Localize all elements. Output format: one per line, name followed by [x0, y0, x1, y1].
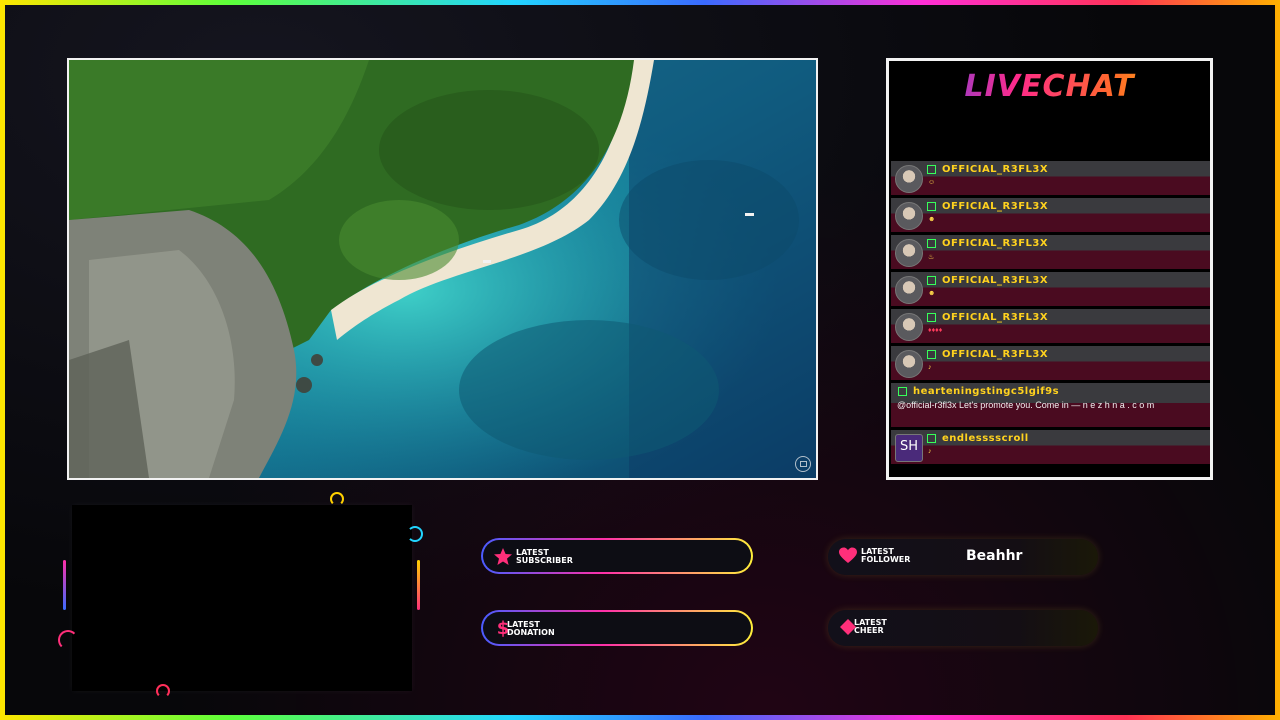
chat-username: OFFICIAL_R3FL3X [942, 349, 1049, 360]
chat-message: OFFICIAL_R3FL3X ♦♦♦♦ [891, 309, 1210, 343]
avatar [895, 313, 923, 341]
neon-accent [58, 630, 78, 650]
chat-username: endlesssscroll [942, 433, 1029, 444]
latest-subscriber-label: LATEST SUBSCRIBER [516, 548, 573, 565]
chat-emote: ♪ [928, 364, 932, 371]
avatar [895, 276, 923, 304]
chat-emote: ♪ [928, 448, 932, 455]
moderator-badge-icon [927, 350, 936, 359]
livechat-title: LIVECHAT [889, 69, 1210, 104]
neon-accent [330, 492, 344, 506]
chat-username: OFFICIAL_R3FL3X [942, 201, 1049, 212]
moderator-badge-icon [927, 202, 936, 211]
chat-message: OFFICIAL_R3FL3X ☺ [891, 161, 1210, 195]
chat-message-list: OFFICIAL_R3FL3X ☺ OFFICIAL_R3FL3X ☻ OFFI… [891, 161, 1210, 467]
chat-username: OFFICIAL_R3FL3X [942, 275, 1049, 286]
avatar: SH [895, 434, 923, 462]
latest-follower-value: Beahhr [966, 548, 1023, 564]
aerial-beach-scene [69, 60, 816, 478]
moderator-badge-icon [927, 276, 936, 285]
chat-message: SH endlesssscroll ♪ [891, 430, 1210, 464]
latest-follower-label: LATEST FOLLOWER [861, 547, 911, 564]
video-frame [67, 58, 818, 480]
latest-donation-label: LATEST DONATION [507, 620, 555, 637]
chat-emote: ☺ [928, 179, 936, 186]
chat-message: hearteningstingc5lgif9s @official-r3fl3x… [891, 383, 1210, 427]
chat-username: OFFICIAL_R3FL3X [942, 238, 1049, 249]
neon-accent [156, 684, 170, 698]
neon-accent [417, 560, 420, 610]
chat-username: OFFICIAL_R3FL3X [942, 312, 1049, 323]
livechat-panel: LIVECHAT OFFICIAL_R3FL3X ☺ OFFICIAL_R3FL… [886, 58, 1213, 480]
avatar [895, 350, 923, 378]
chat-emote: ☻ [928, 290, 936, 297]
webcam-frame [72, 505, 412, 691]
moderator-badge-icon [927, 165, 936, 174]
neon-accent [63, 560, 66, 610]
chat-emote: ♦♦♦♦ [928, 327, 943, 334]
chat-emote: ☻ [928, 216, 936, 223]
heart-icon [839, 547, 857, 563]
moderator-badge-icon [927, 313, 936, 322]
latest-cheer-label: LATEST CHEER [854, 618, 887, 635]
chat-message: OFFICIAL_R3FL3X ☻ [891, 272, 1210, 306]
chat-message: OFFICIAL_R3FL3X ☻ [891, 198, 1210, 232]
avatar [895, 202, 923, 230]
avatar [895, 239, 923, 267]
latest-donation-panel: $ LATEST DONATION [481, 610, 753, 646]
latest-follower-panel: LATEST FOLLOWER Beahhr [828, 539, 1098, 575]
chat-message: OFFICIAL_R3FL3X ♨ [891, 235, 1210, 269]
chat-username: OFFICIAL_R3FL3X [942, 164, 1049, 175]
moderator-badge-icon [927, 434, 936, 443]
chat-message: OFFICIAL_R3FL3X ♪ [891, 346, 1210, 380]
latest-cheer-panel: LATEST CHEER [828, 610, 1098, 646]
watermark-icon [795, 456, 811, 472]
moderator-badge-icon [898, 387, 907, 396]
chat-emote: ♨ [928, 254, 935, 261]
star-icon [494, 548, 512, 565]
avatar [895, 165, 923, 193]
neon-accent [407, 526, 423, 542]
latest-subscriber-panel: LATEST SUBSCRIBER [481, 538, 753, 574]
moderator-badge-icon [927, 239, 936, 248]
chat-username: hearteningstingc5lgif9s [913, 386, 1060, 397]
chat-message-text: @official-r3fl3x Let's promote you. Come… [897, 400, 1155, 410]
